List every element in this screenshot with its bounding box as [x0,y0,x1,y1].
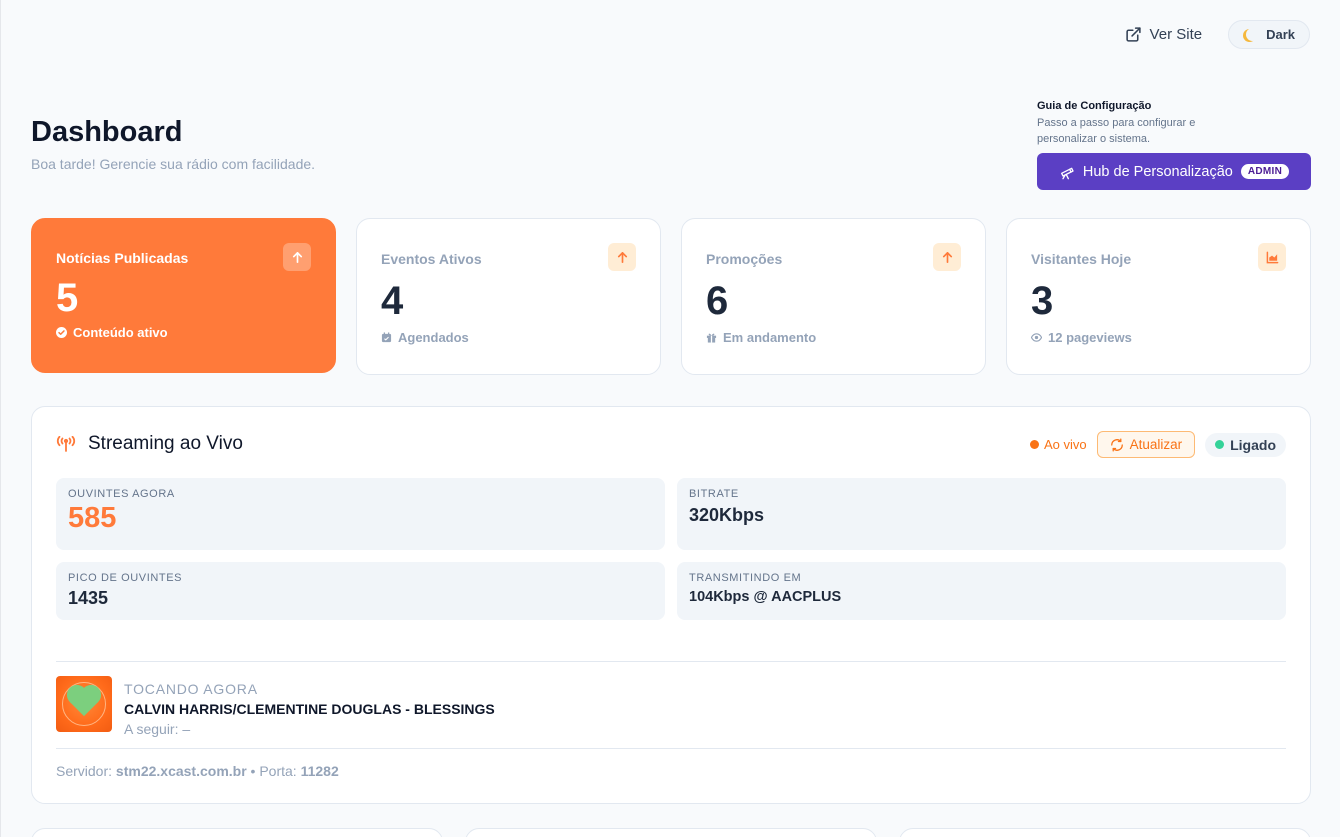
divider [56,748,1286,749]
bottom-cards [31,828,1311,837]
metric-label: BITRATE [689,488,739,500]
gift-icon [706,333,717,343]
metric-label: PICO DE OUVINTES [68,572,183,584]
refresh-label: Atualizar [1129,437,1183,452]
metric-listeners: OUVINTES AGORA 585 [56,478,665,550]
card-label: Promoções [706,251,783,267]
streaming-actions: Ao vivo Atualizar Ligado [1029,431,1286,458]
dark-mode-toggle[interactable]: Dark [1228,20,1310,49]
now-playing-info: TOCANDO AGORA CALVIN HARRIS/CLEMENTINE D… [124,676,495,737]
now-playing-label: TOCANDO AGORA [124,681,258,697]
top-bar: Ver Site Dark [1125,20,1310,49]
eye-icon [1031,333,1042,342]
metric-bitrate: BITRATE 320Kbps [677,478,1286,550]
divider [56,661,1286,662]
calendar-icon [381,332,392,343]
card-value: 3 [1031,279,1054,323]
server-label: Servidor: [56,763,113,779]
external-link-icon [1125,27,1141,42]
card-label: Eventos Ativos [381,251,482,267]
broadcast-icon [56,436,76,452]
card-label: Notícias Publicadas [56,250,189,266]
moon-icon [1246,28,1259,41]
arrow-up-icon [933,243,961,271]
card-value: 4 [381,279,404,323]
area-chart-icon [1258,243,1286,271]
now-playing-track: CALVIN HARRIS/CLEMENTINE DOUGLAS - BLESS… [124,701,495,717]
arrow-up-icon [608,243,636,271]
arrow-up-icon [283,243,311,271]
dark-mode-label: Dark [1266,27,1295,42]
now-playing: TOCANDO AGORA CALVIN HARRIS/CLEMENTINE D… [56,676,495,737]
bottom-card [31,828,443,837]
check-circle-icon [56,327,67,338]
card-label: Visitantes Hoje [1031,251,1132,267]
telescope-icon [1060,167,1074,179]
card-footer-text: Agendados [398,330,469,345]
page-title: Dashboard [31,116,183,148]
metric-value: 104Kbps @ AACPLUS [689,589,842,605]
metric-label: TRANSMITINDO EM [689,572,802,584]
card-news[interactable]: Notícias Publicadas 5 Conteúdo ativo [31,218,336,373]
bottom-card [465,828,877,837]
card-value: 5 [56,276,79,320]
card-events[interactable]: Eventos Ativos 4 Agendados [356,218,661,375]
card-footer-text: 12 pageviews [1048,330,1132,345]
guide-title: Guia de Configuração [1037,100,1152,112]
streaming-title: Streaming ao Vivo [88,433,243,454]
bottom-card [899,828,1311,837]
card-footer-text: Em andamento [723,330,817,345]
metric-label: OUVINTES AGORA [68,488,175,500]
album-cover [56,676,112,732]
server-value: stm22.xcast.com.br [115,763,247,779]
card-footer-text: Conteúdo ativo [73,325,168,340]
card-visitors[interactable]: Visitantes Hoje 3 12 pageviews [1006,218,1311,375]
stat-cards: Notícias Publicadas 5 Conteúdo ativo Eve… [31,218,1311,375]
card-footer: Em andamento [706,330,961,345]
live-streaming-panel: Streaming ao Vivo Ao vivo Atualizar Liga… [31,406,1311,804]
port-label: • Porta: [250,763,297,779]
live-label: Ao vivo [1043,437,1087,452]
metric-value: 320Kbps [689,505,765,525]
page-subtitle: Boa tarde! Gerencie sua rádio com facili… [31,156,316,172]
guide-description: Passo a passo para configurar e personal… [1037,117,1196,145]
metric-value: 1435 [68,588,109,608]
metric-value: 585 [68,502,117,534]
port-value: 11282 [300,763,339,779]
card-footer: 12 pageviews [1031,330,1286,345]
up-next: A seguir: – [124,721,191,737]
hub-button-label: Hub de Personalização [1082,163,1233,180]
live-dot-icon [1029,440,1039,449]
customization-hub-button[interactable]: Hub de Personalização ADMIN [1037,153,1311,190]
streaming-header: Streaming ao Vivo [56,433,243,455]
card-footer: Conteúdo ativo [56,325,311,340]
view-site-link[interactable]: Ver Site [1125,26,1203,43]
server-info: Servidor: stm22.xcast.com.br • Porta: 11… [56,763,339,779]
card-footer: Agendados [381,330,636,345]
card-value: 6 [706,279,729,323]
admin-badge: ADMIN [1240,164,1290,179]
setup-guide: Guia de Configuração Passo a passo para … [1037,100,1311,190]
refresh-button[interactable]: Atualizar [1096,431,1196,458]
view-site-label: Ver Site [1149,26,1203,43]
metric-transmitting: TRANSMITINDO EM 104Kbps @ AACPLUS [677,562,1286,620]
refresh-icon [1110,438,1123,451]
metric-peak: PICO DE OUVINTES 1435 [56,562,665,620]
status-label: Ligado [1230,436,1276,453]
status-badge: Ligado [1205,432,1286,457]
live-indicator: Ao vivo [1029,437,1087,452]
online-dot-icon [1215,440,1225,449]
card-promotions[interactable]: Promoções 6 Em andamento [681,218,986,375]
